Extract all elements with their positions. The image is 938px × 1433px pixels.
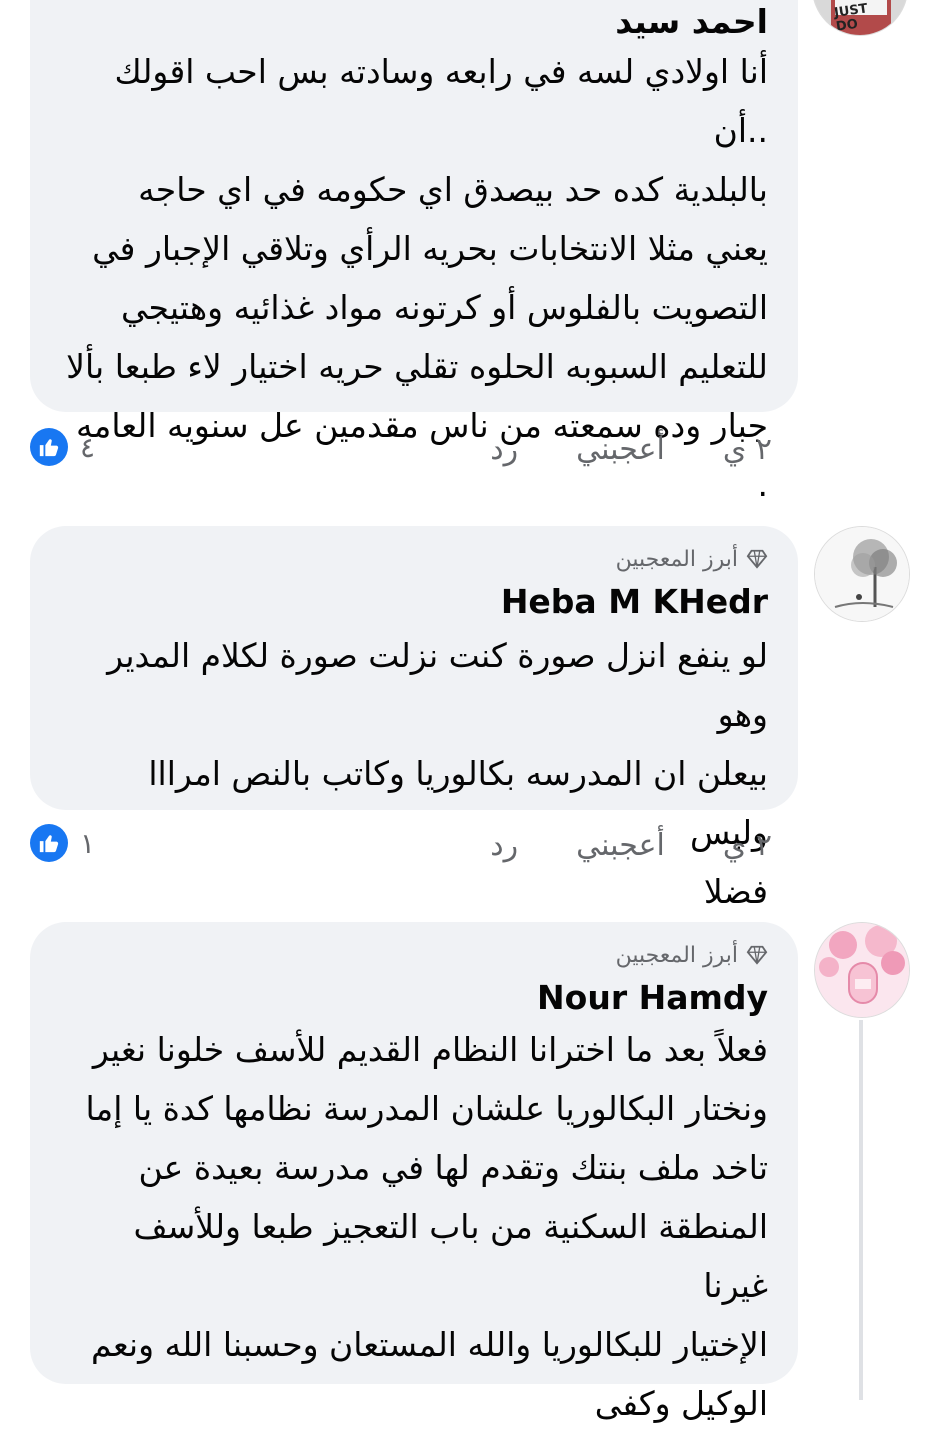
comment-line: فعلاً بعد ما اخترانا النظام القديم للأسف…: [92, 1030, 768, 1069]
comment-line: تاخد ملف بنتك وتقدم لها في مدرسة بعيدة ع…: [138, 1148, 768, 1187]
reaction-summary[interactable]: ١: [30, 824, 95, 862]
comment-text: لو ينفع انزل صورة كنت نزلت صورة لكلام ال…: [60, 626, 768, 921]
like-button[interactable]: أعجبني: [576, 828, 665, 863]
avatar-image: [815, 527, 909, 621]
comment-actions: ٢ ي أعجبني رد: [432, 432, 772, 467]
reaction-summary[interactable]: ٤: [30, 428, 95, 466]
diamond-icon: [746, 549, 768, 569]
top-fan-label: أبرز المعجبين: [615, 546, 738, 572]
reaction-count: ١: [80, 826, 96, 860]
comment-bubble: أبرز المعجبين Heba M KHedr لو ينفع انزل …: [30, 526, 798, 911]
comment-line: يعني مثلا الانتخابات بحريه الرأي وتلاقي …: [92, 229, 768, 268]
thumbs-up-icon: [30, 824, 68, 862]
top-fan-badge: أبرز المعجبين: [60, 544, 768, 574]
reply-button[interactable]: رد: [490, 828, 518, 863]
avatar-image: [815, 923, 909, 1017]
diamond-icon: [746, 945, 768, 965]
avatar[interactable]: JUST DO: [812, 0, 908, 36]
comment-text: فعلاً بعد ما اخترانا النظام القديم للأسف…: [60, 1020, 769, 1433]
top-fan-badge: أبرز المعجبين: [60, 940, 768, 970]
avatar[interactable]: [814, 922, 910, 1018]
comment-line: لو ينفع انزل صورة كنت نزلت صورة لكلام ال…: [107, 636, 768, 734]
comment-actions: ٢ ي أعجبني رد: [432, 828, 772, 863]
comment-line: ونختار البكالوريا علشان المدرسة نظامها ك…: [85, 1089, 769, 1128]
comment-time[interactable]: ٢ ي: [723, 432, 772, 467]
like-button[interactable]: أعجبني: [576, 432, 665, 467]
thumbs-up-icon: [30, 428, 68, 466]
comment-author[interactable]: Nour Hamdy: [60, 976, 768, 1020]
comment-line: المنطقة السكنية من باب التعجيز طبعا وللأ…: [133, 1207, 768, 1305]
comment-line: الوكيل وكفى: [594, 1384, 768, 1423]
comment-line: أنا اولادي لسه في رابعه وسادته بس احب اق…: [114, 52, 768, 150]
reaction-count: ٤: [80, 430, 96, 464]
comment-line: للتعليم السبوبه الحلوه تقلي حريه اختيار …: [66, 347, 768, 386]
comment-line: الإختيار للبكالوريا والله المستعان وحسبن…: [91, 1325, 768, 1364]
comment-author[interactable]: Heba M KHedr: [60, 580, 768, 624]
avatar-text: JUST DO: [833, 1, 869, 35]
comment-bubble: أبرز المعجبين Nour Hamdy فعلاً بعد ما اخ…: [30, 922, 798, 1423]
top-fan-label: أبرز المعجبين: [615, 942, 738, 968]
comment-bubble: احمد سيد أنا اولادي لسه في رابعه وسادته …: [30, 0, 798, 504]
reply-button[interactable]: رد: [490, 432, 518, 467]
comment-line: فضلا: [703, 872, 768, 911]
avatar[interactable]: [814, 526, 910, 622]
comment-line: بالبلدية كده حد بيصدق اي حكومه في اي حاج…: [138, 170, 768, 209]
thread-line: [859, 1020, 863, 1400]
comment-line: التصويت بالفلوس أو كرتونه مواد غذائيه وه…: [121, 288, 768, 327]
comment-time[interactable]: ٢ ي: [723, 828, 772, 863]
comment-author[interactable]: احمد سيد: [60, 0, 768, 44]
